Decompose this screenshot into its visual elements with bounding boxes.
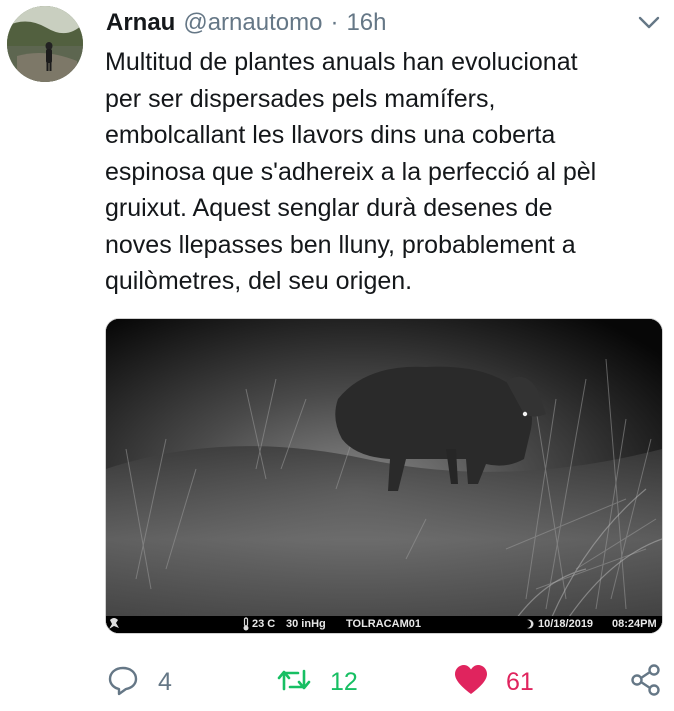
reply-button[interactable]: 4 — [106, 662, 172, 702]
tweet-header: Arnau @arnautomo · 16h — [106, 6, 387, 40]
camera-name: TOLRACAM01 — [346, 618, 421, 630]
moon-icon — [524, 618, 534, 630]
tweet-media[interactable]: 23 C 30 inHg TOLRACAM01 10/18/2019 08:24… — [105, 318, 663, 634]
trail-camera-photo — [106, 319, 662, 633]
like-button[interactable]: 61 — [454, 662, 534, 702]
retweet-button[interactable]: 12 — [276, 662, 358, 702]
share-icon — [630, 663, 662, 702]
thermometer-icon — [242, 617, 250, 631]
camera-info-bar: 23 C 30 inHg TOLRACAM01 10/18/2019 08:24… — [106, 616, 662, 633]
author-handle[interactable]: @arnautomo — [183, 9, 322, 37]
like-count: 61 — [506, 667, 534, 696]
share-button[interactable] — [630, 662, 662, 702]
camera-date: 10/18/2019 — [538, 618, 594, 630]
camera-temperature: 23 C — [252, 618, 276, 630]
reply-icon — [106, 663, 140, 702]
chevron-down-icon[interactable] — [636, 12, 662, 32]
author-name[interactable]: Arnau — [106, 9, 175, 37]
tweet-text: Multitud de plantes anuals han evolucion… — [105, 48, 597, 295]
camera-pressure: 30 inHg — [286, 618, 326, 630]
retweet-icon — [276, 663, 312, 702]
reply-count: 4 — [158, 667, 172, 696]
tweet-actions: 4 12 61 — [0, 662, 674, 702]
separator-dot: · — [330, 9, 339, 36]
brand-logo-icon — [108, 616, 120, 632]
avatar[interactable] — [7, 6, 83, 82]
tweet-timestamp[interactable]: 16h — [346, 9, 386, 37]
camera-time: 08:24PM — [612, 618, 657, 630]
heart-icon — [454, 664, 488, 701]
retweet-count: 12 — [330, 667, 358, 696]
